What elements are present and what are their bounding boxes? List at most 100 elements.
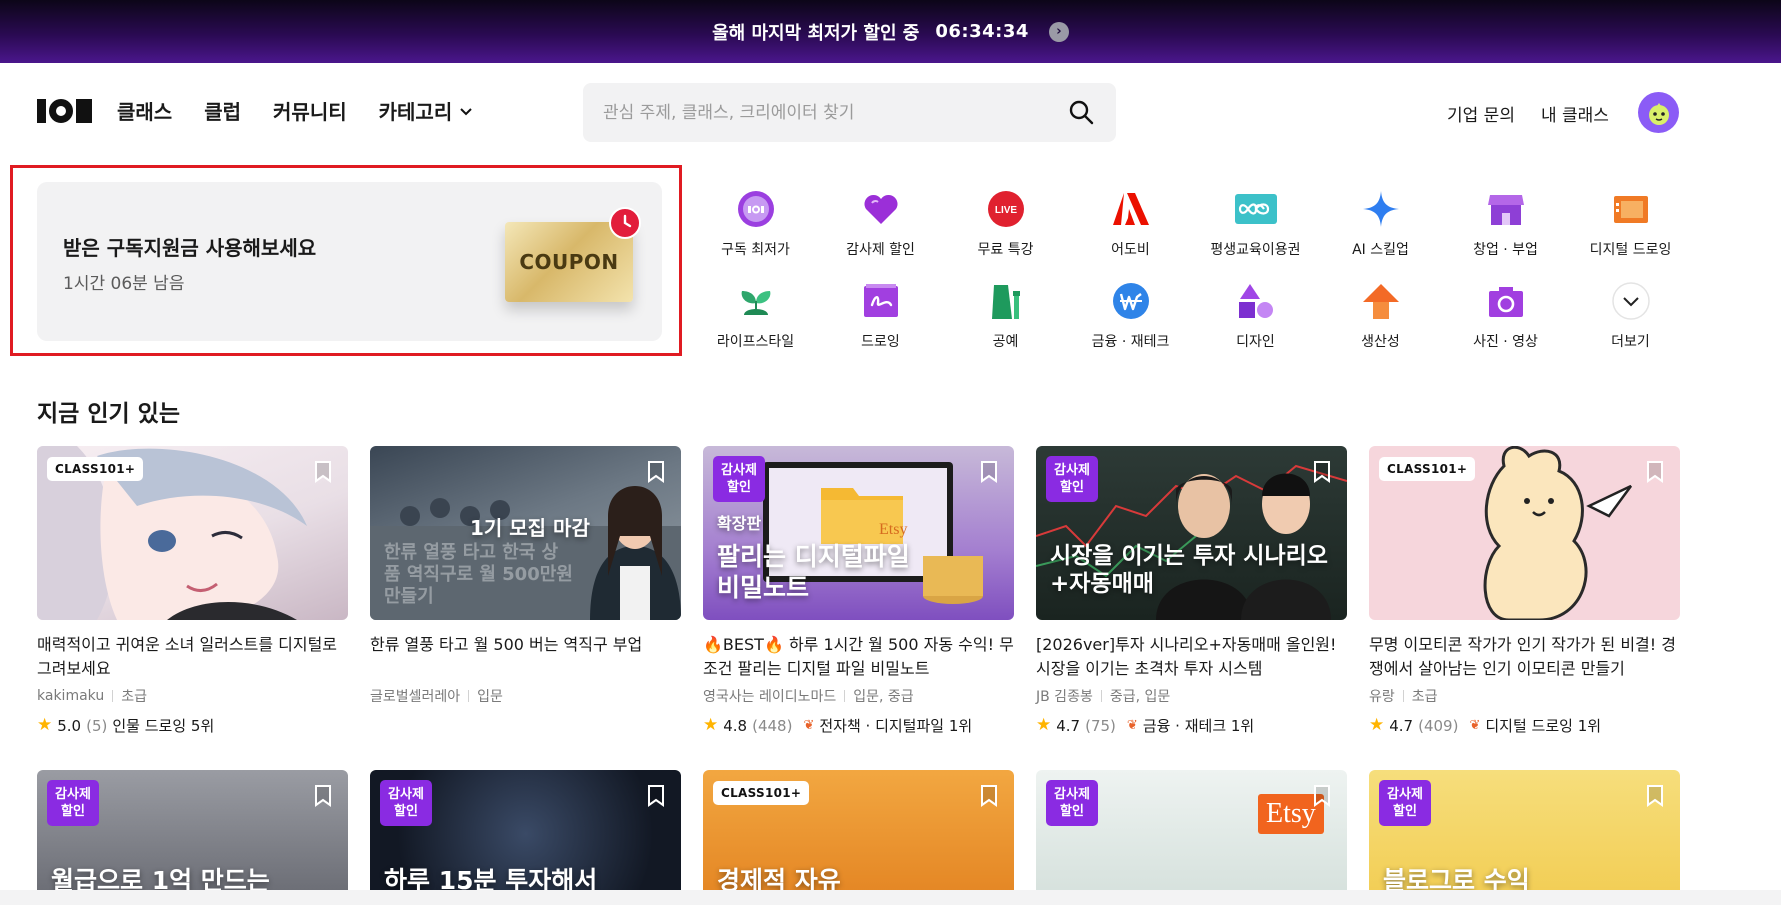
camera-icon [1484,279,1528,323]
category-label: 금융 · 재테크 [1091,334,1170,350]
class-meta: 영국사는 레이디노마드 입문, 중급 [703,686,1014,706]
class-thumbnail[interactable]: Etsy 감사제 할인 확장판 팔리는 디지털파일 비밀노트 [703,446,1014,620]
coupon-card[interactable]: 받은 구독지원금 사용해보세요 1시간 06분 남음 COUPON [37,182,662,341]
category-lifelong[interactable]: 평생교육이용권 [1193,187,1318,267]
nav-classes[interactable]: 클래스 [117,96,172,125]
category-drawing[interactable]: 드로잉 [818,279,943,359]
category-more[interactable]: 더보기 [1568,279,1693,359]
class101-plus-badge: CLASS101+ [1379,457,1476,481]
class-title[interactable]: 무명 이모티콘 작가가 인기 작가가 된 비결! 경쟁에서 살아남는 인기 이모… [1369,633,1680,681]
class-thumbnail[interactable]: 감사제 할인 시장을 이기는 투자 시나리오+자동매매 [1036,446,1347,620]
class-card[interactable]: CLASS101+ 매력적이고 귀여운 소녀 일러스트를 디지털로 그려보세요 … [37,446,348,736]
search-box [583,83,1116,142]
rank-label: 디지털 드로잉 1위 [1485,717,1602,735]
bookmark-icon[interactable] [1313,460,1331,483]
avatar[interactable] [1638,92,1679,133]
sale-badge: 감사제 할인 [380,780,432,826]
bookmark-icon[interactable] [314,460,332,483]
creator-name[interactable]: kakimaku [37,688,104,704]
bookmark-icon[interactable] [1646,784,1664,807]
category-free[interactable]: LIVE 무료 특강 [943,187,1068,267]
star-icon: ★ [1369,715,1385,735]
business-inquiry-link[interactable]: 기업 문의 [1447,101,1515,126]
rank-label: 전자책 · 디지털파일 1위 [819,717,973,735]
category-label: 사진 · 영상 [1473,334,1538,350]
creator-name[interactable]: 글로벌셀러레아 [370,686,460,706]
creator-name[interactable]: JB 김종봉 [1036,686,1093,706]
class-thumbnail[interactable]: 감사제 할인 하루 15분 투자해서 [370,770,681,905]
category-finance[interactable]: 금융 · 재테크 [1068,279,1193,359]
category-grid: 구독 최저가 감사제 할인 LIVE 무료 특강 어도비 평생교육이용권 AI … [693,187,1693,359]
bookmark-icon[interactable] [1646,460,1664,483]
nav-community[interactable]: 커뮤니티 [273,96,347,125]
bookmark-icon[interactable] [314,784,332,807]
category-digital-drawing[interactable]: 디지털 드로잉 [1568,187,1693,267]
class-card[interactable]: 감사제 할인 월급으로 1억 만드는 [37,770,348,905]
class-thumbnail[interactable]: CLASS101+ [1369,446,1680,620]
class-rating: ★ 4.7 (75) ❦ 금융 · 재테크 1위 [1036,715,1347,736]
class-card[interactable]: 감사제 할인 하루 15분 투자해서 [370,770,681,905]
class-card[interactable]: 감사제 할인 블로그로 수익 [1369,770,1680,905]
class-title[interactable]: 🔥BEST🔥 하루 1시간 월 500 자동 수익! 무조건 팔리는 디지털 파… [703,633,1014,681]
nav-category[interactable]: 카테고리 [379,96,475,125]
class-level: 초급 [1411,689,1438,705]
class101-badge-icon [734,187,778,231]
category-photo-video[interactable]: 사진 · 영상 [1443,279,1568,359]
category-sale[interactable]: 감사제 할인 [818,187,943,267]
bookmark-icon[interactable] [980,784,998,807]
chevron-right-icon[interactable]: › [1048,21,1069,42]
class-thumbnail[interactable]: CLASS101+ 경제적 자유 [703,770,1014,905]
creator-name[interactable]: 영국사는 레이디노마드 [703,686,836,706]
search-input[interactable] [603,83,1043,142]
creator-name[interactable]: 유랑 [1369,686,1395,706]
adobe-icon [1109,187,1153,231]
star-icon: ★ [1036,715,1052,735]
class-card[interactable]: 감사제 할인 Etsy [1036,770,1347,905]
category-productivity[interactable]: 생산성 [1318,279,1443,359]
bookmark-icon[interactable] [647,784,665,807]
promo-banner[interactable]: 올해 마지막 최저가 할인 중 06:34:34 › [0,0,1781,63]
bookmark-icon[interactable] [980,460,998,483]
bookmark-icon[interactable] [1313,784,1331,807]
main-nav: 클래스 클럽 커뮤니티 카테고리 [117,96,474,125]
search-icon[interactable] [1068,99,1094,125]
sale-badge: 감사제 할인 [713,456,765,502]
class-thumbnail[interactable]: 감사제 할인 월급으로 1억 만드는 [37,770,348,905]
category-startup[interactable]: 창업 · 부업 [1443,187,1568,267]
class-level: 중급, 입문 [1109,689,1171,705]
infinity-icon [1234,187,1278,231]
class-level: 입문, 중급 [853,689,914,705]
category-lifestyle[interactable]: 라이프스타일 [693,279,818,359]
nav-club[interactable]: 클럽 [204,96,241,125]
rating-value: 4.8 [723,716,748,735]
class-thumbnail[interactable]: 감사제 할인 블로그로 수익 [1369,770,1680,905]
sale-badge: 감사제 할인 [1046,780,1098,826]
class-title[interactable]: [2026ver]투자 시나리오+자동매매 올인원! 시장을 이기는 초격차 투… [1036,633,1347,681]
class101-logo[interactable] [37,98,92,124]
category-design[interactable]: 디자인 [1193,279,1318,359]
category-ai[interactable]: AI 스킬업 [1318,187,1443,267]
class-card[interactable]: CLASS101+ 무명 이모티콘 작가가 인기 작가가 된 비결! 경쟁에서 … [1369,446,1680,736]
class-card[interactable]: 감사제 할인 시장을 이기는 투자 시나리오+자동매매 [2026ver]투자 … [1036,446,1347,736]
class-title[interactable]: 매력적이고 귀여운 소녀 일러스트를 디지털로 그려보세요 [37,633,348,681]
bottom-edge [0,890,1781,905]
class-thumbnail[interactable]: 감사제 할인 Etsy [1036,770,1347,905]
class-thumbnail[interactable]: 1기 모집 마감 한류 열풍 타고 한국 상품 역직구로 월 500만원 만들기 [370,446,681,620]
class-card[interactable]: 1기 모집 마감 한류 열풍 타고 한국 상품 역직구로 월 500만원 만들기… [370,446,681,736]
class-title[interactable]: 한류 열풍 타고 월 500 버는 역직구 부업 [370,633,681,681]
my-classes-link[interactable]: 내 클래스 [1541,101,1609,126]
class-card[interactable]: Etsy 감사제 할인 확장판 팔리는 디지털파일 비밀노트 🔥BEST🔥 하루… [703,446,1014,736]
category-craft[interactable]: 공예 [943,279,1068,359]
star-icon: ★ [37,715,53,735]
tablet-icon [1609,187,1653,231]
section-title: 지금 인기 있는 [37,401,180,427]
class-card[interactable]: CLASS101+ 경제적 자유 [703,770,1014,905]
category-adobe[interactable]: 어도비 [1068,187,1193,267]
rank-label: 금융 · 재테크 1위 [1142,717,1255,735]
category-subscription[interactable]: 구독 최저가 [693,187,818,267]
bookmark-icon[interactable] [647,460,665,483]
store-icon [1484,187,1528,231]
sale-badge: 감사제 할인 [1379,780,1431,826]
class-thumbnail[interactable]: CLASS101+ [37,446,348,620]
class101-plus-badge: CLASS101+ [47,457,144,481]
